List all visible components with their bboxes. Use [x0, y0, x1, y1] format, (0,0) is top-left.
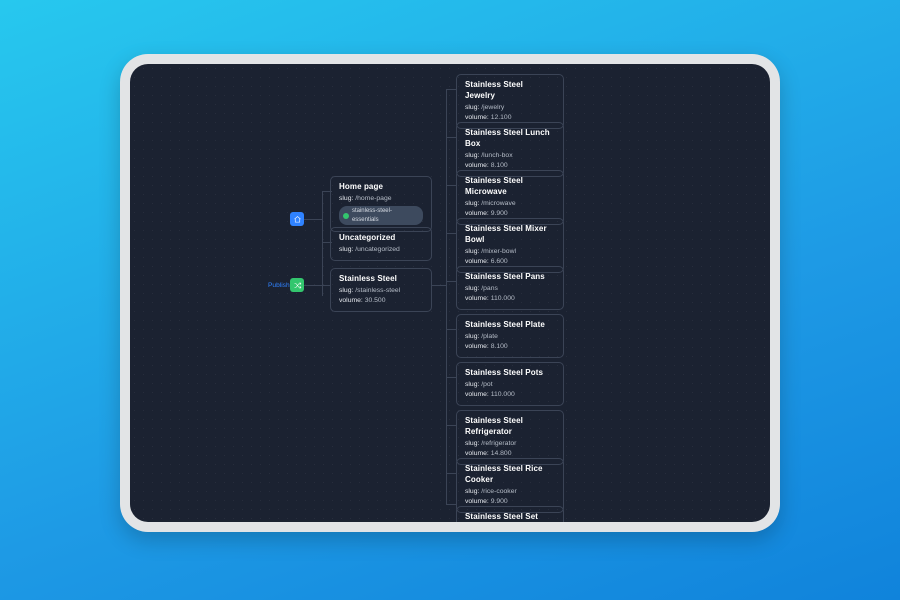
node-title: Stainless Steel Refrigerator — [465, 416, 555, 438]
node-slug: slug: /refrigerator — [465, 439, 555, 448]
node-stainless-steel[interactable]: Stainless Steel slug: /stainless-steel v… — [330, 268, 432, 312]
node-title: Stainless Steel Pans — [465, 272, 555, 283]
node-volume: volume: 110.000 — [465, 390, 555, 399]
node-volume: volume: 9.900 — [465, 497, 555, 506]
connector — [446, 377, 456, 378]
node-title: Stainless Steel Microwave — [465, 176, 555, 198]
node-child-0[interactable]: Stainless Steel Jewelry slug: /jewelry v… — [456, 74, 564, 129]
node-title: Stainless Steel Set — [465, 512, 555, 522]
connector — [446, 329, 456, 330]
pill-text: stainless-steel-essentials — [352, 207, 418, 223]
backdrop: Publish Home page slug: /home-page stain… — [0, 0, 900, 600]
node-slug: slug: /pot — [465, 380, 555, 389]
node-slug: slug: /microwave — [465, 199, 555, 208]
keyword-pill[interactable]: stainless-steel-essentials — [339, 206, 423, 225]
node-title: Stainless Steel Lunch Box — [465, 128, 555, 150]
connector — [446, 281, 456, 282]
connector — [446, 473, 456, 474]
node-slug: slug: /lunch-box — [465, 151, 555, 160]
node-volume: volume: 8.100 — [465, 161, 555, 170]
node-uncategorized[interactable]: Uncategorized slug: /uncategorized — [330, 227, 432, 261]
node-slug: slug: /plate — [465, 332, 555, 341]
connector — [300, 285, 330, 286]
node-volume: volume: 14.800 — [465, 449, 555, 458]
shuffle-icon[interactable] — [290, 278, 304, 292]
connector — [446, 504, 456, 505]
connector — [304, 219, 322, 220]
connector — [322, 191, 323, 296]
node-title: Uncategorized — [339, 233, 423, 244]
node-title: Stainless Steel Plate — [465, 320, 555, 331]
node-volume: volume: 110.000 — [465, 294, 555, 303]
node-volume: volume: 9.900 — [465, 209, 555, 218]
node-volume: volume: 30.500 — [339, 296, 423, 305]
node-title: Stainless Steel Rice Cooker — [465, 464, 555, 486]
node-child-4[interactable]: Stainless Steel Pans slug: /pans volume:… — [456, 266, 564, 310]
node-title: Stainless Steel — [339, 274, 423, 285]
connector — [446, 233, 456, 234]
connector — [446, 89, 456, 90]
node-slug: slug: /rice-cooker — [465, 487, 555, 496]
node-child-9[interactable]: Stainless Steel Set — [456, 506, 564, 522]
node-slug: slug: /uncategorized — [339, 245, 423, 254]
node-volume: volume: 6.600 — [465, 257, 555, 266]
node-home-page[interactable]: Home page slug: /home-page stainless-ste… — [330, 176, 432, 232]
node-child-5[interactable]: Stainless Steel Plate slug: /plate volum… — [456, 314, 564, 358]
node-child-1[interactable]: Stainless Steel Lunch Box slug: /lunch-b… — [456, 122, 564, 177]
node-child-6[interactable]: Stainless Steel Pots slug: /pot volume: … — [456, 362, 564, 406]
node-slug: slug: /mixer-bowl — [465, 247, 555, 256]
screen-canvas[interactable]: Publish Home page slug: /home-page stain… — [130, 64, 770, 522]
node-volume: volume: 12.100 — [465, 113, 555, 122]
node-child-3[interactable]: Stainless Steel Mixer Bowl slug: /mixer-… — [456, 218, 564, 273]
dot-icon — [343, 213, 349, 219]
node-title: Home page — [339, 182, 423, 193]
connector — [446, 89, 447, 504]
home-icon[interactable] — [290, 212, 304, 226]
connector — [432, 285, 446, 286]
publish-label[interactable]: Publish — [268, 282, 290, 289]
node-slug: slug: /stainless-steel — [339, 286, 423, 295]
node-child-7[interactable]: Stainless Steel Refrigerator slug: /refr… — [456, 410, 564, 465]
node-child-8[interactable]: Stainless Steel Rice Cooker slug: /rice-… — [456, 458, 564, 513]
node-title: Stainless Steel Jewelry — [465, 80, 555, 102]
node-child-2[interactable]: Stainless Steel Microwave slug: /microwa… — [456, 170, 564, 225]
connector — [446, 137, 456, 138]
node-volume: volume: 8.100 — [465, 342, 555, 351]
connector — [446, 185, 456, 186]
node-title: Stainless Steel Mixer Bowl — [465, 224, 555, 246]
node-slug: slug: /jewelry — [465, 103, 555, 112]
device-bezel: Publish Home page slug: /home-page stain… — [120, 54, 780, 532]
connector — [446, 425, 456, 426]
node-slug: slug: /pans — [465, 284, 555, 293]
node-slug: slug: /home-page — [339, 194, 423, 203]
node-title: Stainless Steel Pots — [465, 368, 555, 379]
